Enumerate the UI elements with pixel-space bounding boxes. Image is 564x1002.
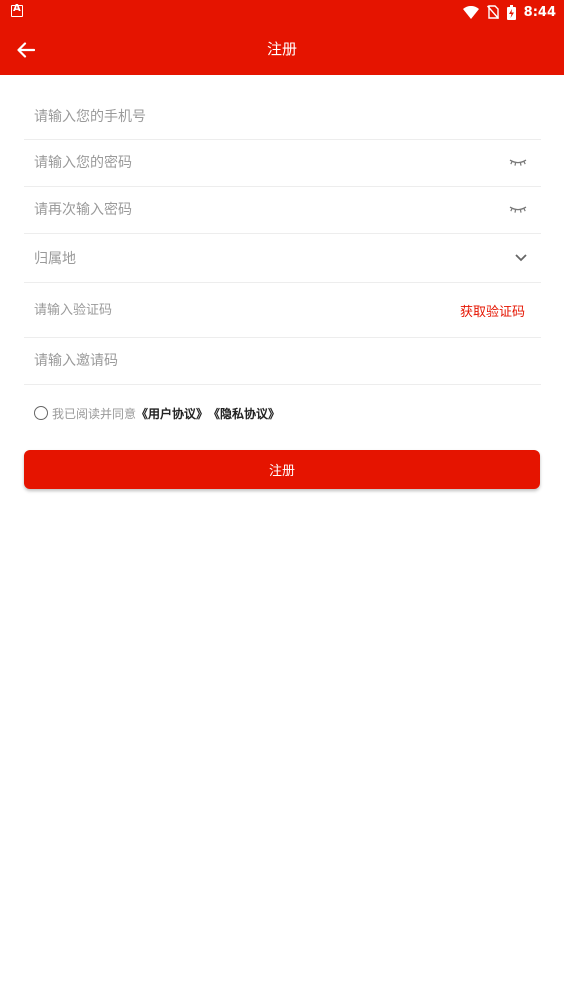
phone-input[interactable] [24,94,541,139]
status-time: 8:44 [523,4,556,20]
invite-row [24,338,541,385]
app-bar: 注册 [0,24,564,75]
user-agreement-link[interactable]: 《用户协议》 [136,405,208,422]
wifi-icon [462,5,479,19]
privacy-policy-link[interactable]: 《隐私协议》 [208,405,280,422]
status-bar: 8:44 [0,0,564,24]
phone-row [24,94,541,140]
register-button[interactable]: 注册 [24,450,540,489]
agreement-prefix: 我已阅读并同意 [52,406,137,421]
chevron-down-icon [515,254,527,262]
confirm-password-row [24,187,541,234]
agreement-row: 我已阅读并同意 《用户协议》 《隐私协议》 [34,404,280,422]
agree-radio[interactable] [34,406,48,420]
register-form: 归属地 获取验证码 [24,94,541,385]
notification-icon [11,3,23,17]
region-select[interactable]: 归属地 [24,234,541,283]
eye-closed-icon[interactable] [509,206,527,214]
password-row [24,140,541,187]
password-input[interactable] [24,140,541,186]
eye-closed-icon[interactable] [509,159,527,167]
battery-charging-icon [506,4,516,20]
get-code-button[interactable]: 获取验证码 [460,301,525,320]
invite-code-input[interactable] [24,338,541,384]
back-button[interactable] [10,34,42,66]
arrow-left-icon [17,42,35,58]
status-icons: 8:44 [462,0,556,24]
confirm-password-input[interactable] [24,187,541,233]
page-title: 注册 [266,40,297,58]
code-row: 获取验证码 [24,283,541,338]
no-sim-icon [486,5,499,19]
region-label: 归属地 [34,251,76,267]
